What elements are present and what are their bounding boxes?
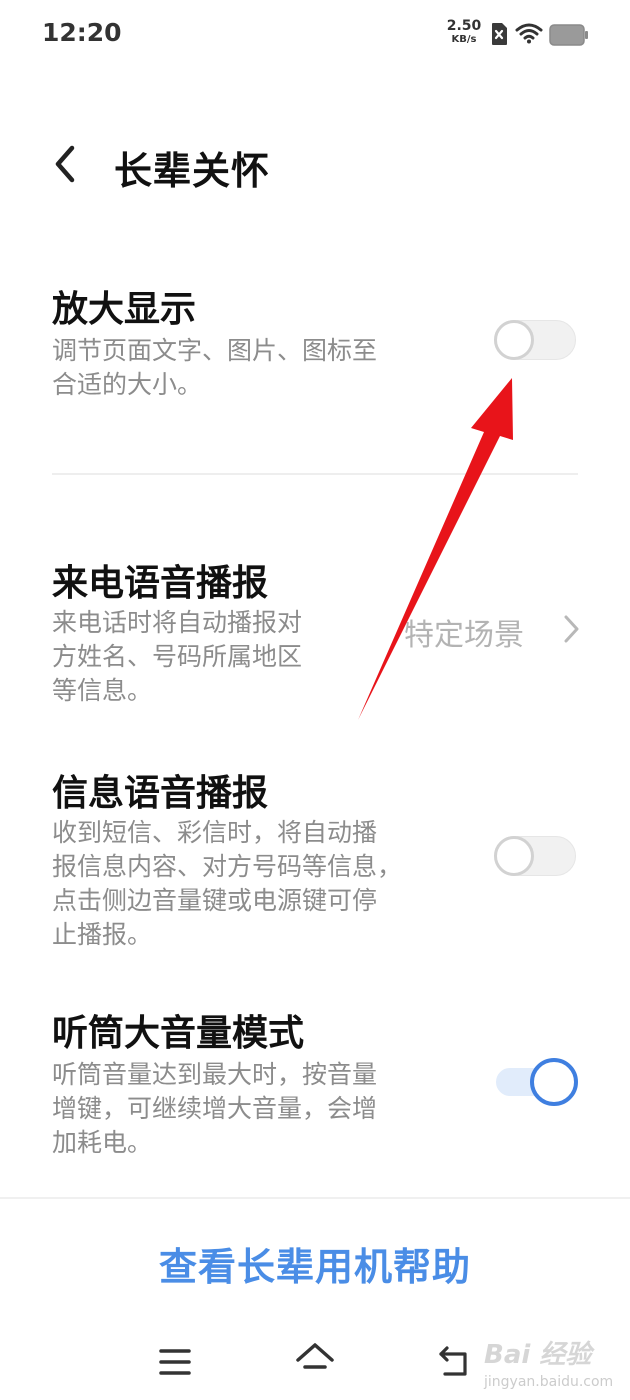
setting-title: 听筒大音量模式 — [52, 1013, 305, 1054]
setting-description: 收到短信、彩信时，将自动播 报信息内容、对方号码等信息， 点击侧边音量键或电源键… — [52, 816, 402, 952]
toggle-knob — [494, 836, 534, 876]
sim-x-icon — [492, 23, 507, 45]
setting-title: 来电语音播报 — [52, 563, 269, 604]
setting-description-line: 报信息内容、对方号码等信息， — [52, 852, 403, 881]
home-icon[interactable] — [294, 1340, 336, 1380]
setting-value: 特定场景 — [404, 618, 524, 653]
setting-description-line: 加耗电。 — [52, 1128, 153, 1157]
network-speed-unit: KB/s — [451, 34, 477, 45]
setting-description: 来电话时将自动播报对 方姓名、号码所属地区 等信息。 — [52, 606, 302, 708]
setting-description-line: 等信息。 — [52, 676, 153, 705]
status-bar: 12:20 2.50 KB/s — [0, 0, 630, 68]
back-icon[interactable] — [437, 1344, 473, 1380]
earpiece-loud-mode-toggle[interactable] — [496, 1058, 582, 1106]
toggle-knob — [530, 1058, 578, 1106]
footer-divider — [0, 1197, 630, 1199]
watermark-url: jingyan.baidu.com — [484, 1374, 614, 1390]
magnify-display-toggle[interactable] — [492, 318, 578, 362]
setting-description-line: 点击侧边音量键或电源键可停 — [52, 886, 378, 915]
setting-description-line: 调节页面文字、图片、图标至 — [52, 336, 378, 365]
baidu-jingyan-watermark: Bai 经验 jingyan.baidu.com — [478, 1330, 628, 1398]
wifi-icon — [515, 23, 543, 44]
setting-description: 听筒音量达到最大时，按音量 增键，可继续增大音量，会增 加耗电。 — [52, 1058, 377, 1160]
watermark-logo: Bai 经验 — [484, 1340, 592, 1370]
toggle-knob — [494, 320, 534, 360]
menu-icon[interactable] — [158, 1346, 192, 1378]
elder-help-link[interactable]: 查看长辈用机帮助 — [0, 1236, 630, 1291]
page-title: 长辈关怀 — [114, 149, 271, 193]
setting-description-line: 收到短信、彩信时，将自动播 — [52, 818, 378, 847]
back-icon[interactable] — [48, 142, 84, 186]
setting-description: 调节页面文字、图片、图标至 合适的大小。 — [52, 334, 377, 402]
chevron-right-icon — [564, 615, 579, 643]
network-speed-value: 2.50 — [446, 18, 482, 34]
setting-title: 放大显示 — [52, 289, 197, 330]
network-speed: 2.50 KB/s — [444, 18, 484, 46]
setting-description-line: 合适的大小。 — [52, 370, 203, 399]
message-announce-toggle[interactable] — [492, 834, 578, 878]
setting-description-line: 方姓名、号码所属地区 — [52, 642, 303, 671]
setting-title: 信息语音播报 — [52, 773, 269, 814]
section-divider — [52, 473, 578, 475]
setting-description-line: 听筒音量达到最大时，按音量 — [52, 1060, 378, 1089]
setting-description-line: 止播报。 — [52, 920, 153, 949]
setting-description-line: 增键，可继续增大音量，会增 — [52, 1094, 378, 1123]
status-time: 12:20 — [42, 18, 122, 47]
setting-description-line: 来电话时将自动播报对 — [52, 608, 303, 637]
battery-icon — [549, 24, 588, 46]
